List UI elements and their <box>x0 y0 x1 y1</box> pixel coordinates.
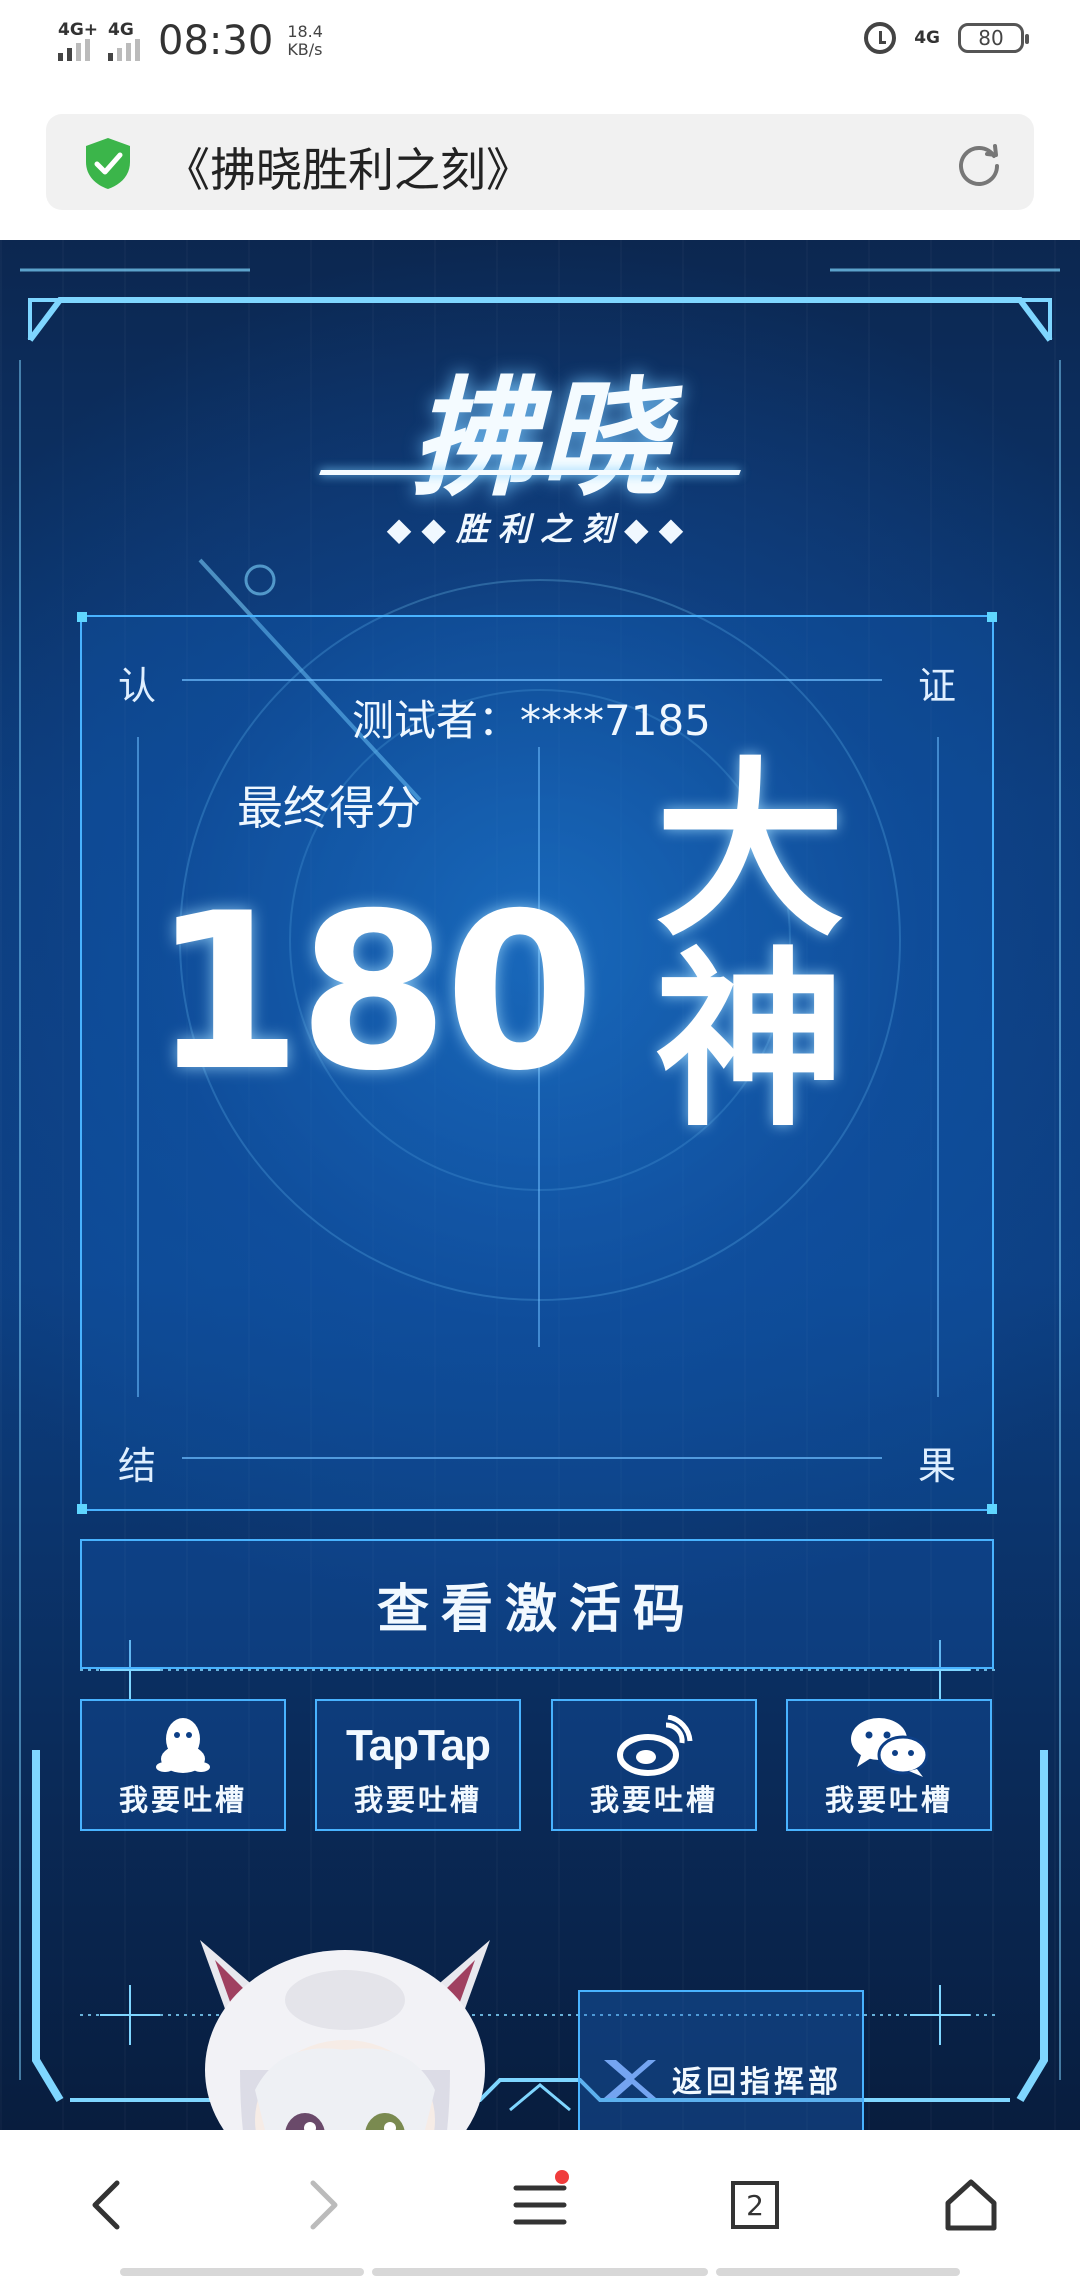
panel-corner <box>77 1504 87 1514</box>
alarm-icon <box>864 22 897 54</box>
share-wechat-button[interactable]: 我要吐槽 <box>786 1699 992 1831</box>
corner-text-bl: 结 <box>118 1444 157 1488</box>
corner-text-tr: 证 <box>917 664 956 708</box>
final-score: 180 <box>152 867 595 1118</box>
panel-corner <box>77 612 87 622</box>
menu-button[interactable] <box>505 2170 575 2240</box>
share-weibo-button[interactable]: 我要吐槽 <box>551 1699 757 1831</box>
network-type-1: 4G+ <box>58 20 99 40</box>
taptap-logo: TapTap <box>346 1721 491 1770</box>
tester-label: 测试者： <box>352 696 521 745</box>
qq-icon <box>156 1718 210 1773</box>
result-certificate-panel: 认 证 结 果 测试者：****7185 最终得分 180 大 神 <box>77 612 997 1514</box>
network-type-right: 4G <box>914 28 940 48</box>
gesture-bar <box>372 2268 708 2276</box>
home-button[interactable] <box>936 2170 1006 2240</box>
logo-subtitle: ◆◆胜利之刻◆◆ <box>386 510 694 548</box>
signal-bars-icon <box>58 39 90 61</box>
network-type-2: 4G <box>108 20 134 40</box>
return-to-hq-button[interactable]: 返回指挥部 <box>578 1990 864 2130</box>
battery-icon: 80 <box>958 23 1029 53</box>
signal-bars-icon <box>108 39 141 61</box>
panel-corner <box>987 1504 997 1514</box>
rank-char-2: 神 <box>654 931 845 1152</box>
network-speed: 18.4 KB/s <box>287 23 323 59</box>
address-bar[interactable]: 《拂晓胜利之刻》 <box>46 114 1034 210</box>
reload-icon[interactable] <box>954 138 1004 188</box>
logo-title: 拂晓 <box>409 365 670 514</box>
logo-underline <box>319 470 741 475</box>
secure-shield-icon <box>86 138 130 189</box>
tester-info: 测试者：****7185 <box>352 687 711 748</box>
menu-icon <box>513 2185 567 2225</box>
gesture-bar <box>716 2268 960 2276</box>
share-label: 我要吐槽 <box>824 1783 953 1817</box>
forward-arrow-icon <box>310 2180 338 2230</box>
home-icon <box>945 2179 997 2231</box>
hq-emblem-icon <box>604 2060 656 2098</box>
tabs-button[interactable]: 2 <box>720 2170 790 2240</box>
activation-button-label: 查看激活码 <box>376 1579 697 1640</box>
page-title[interactable]: 《拂晓胜利之刻》 <box>164 134 532 200</box>
tester-id: ****7185 <box>520 696 711 745</box>
back-arrow-icon <box>92 2180 120 2230</box>
signal-1: 4G+ <box>58 21 98 61</box>
panel-line <box>937 737 939 1397</box>
tab-count: 2 <box>731 2181 779 2229</box>
speed-value: 18.4 <box>287 22 323 41</box>
mascot-character-image <box>200 1940 490 2130</box>
score-label: 最终得分 <box>237 781 421 835</box>
share-taptap-button[interactable]: TapTap 我要吐槽 <box>315 1699 521 1831</box>
gesture-bar <box>120 2268 364 2276</box>
corner-text-tl: 认 <box>118 664 157 708</box>
panel-line <box>137 737 139 1397</box>
status-bar: 4G+ 4G 08:30 18.4 KB/s 4G 80 <box>0 0 1080 84</box>
panel-corner <box>987 612 997 622</box>
share-label: 我要吐槽 <box>353 1783 482 1817</box>
hq-button-label: 返回指挥部 <box>672 2065 842 2100</box>
notification-dot <box>555 2170 569 2184</box>
corner-text-br: 果 <box>917 1444 956 1488</box>
share-label: 我要吐槽 <box>118 1783 247 1817</box>
rank-title: 大 神 <box>630 757 870 1137</box>
panel-line <box>182 679 882 681</box>
browser-nav-bar: 2 <box>0 2130 1080 2280</box>
wechat-icon <box>851 1718 929 1777</box>
weibo-icon <box>617 1715 693 1776</box>
forward-button[interactable] <box>288 2170 358 2240</box>
signal-2: 4G <box>108 20 141 61</box>
battery-level: 80 <box>978 26 1004 50</box>
rank-char-1: 大 <box>654 741 845 962</box>
clock: 08:30 <box>158 18 274 64</box>
game-logo: 拂晓 ◆◆胜利之刻◆◆ <box>319 365 750 550</box>
panel-line <box>182 1457 882 1459</box>
view-activation-code-button[interactable]: 查看激活码 <box>80 1539 994 1669</box>
game-result-page: 拂晓 ◆◆胜利之刻◆◆ 认 证 结 果 测试者：****7185 最终得分 18… <box>0 240 1080 2130</box>
share-qq-button[interactable]: 我要吐槽 <box>80 1699 286 1831</box>
back-button[interactable] <box>72 2170 142 2240</box>
speed-unit: KB/s <box>287 40 323 59</box>
share-label: 我要吐槽 <box>589 1783 718 1817</box>
